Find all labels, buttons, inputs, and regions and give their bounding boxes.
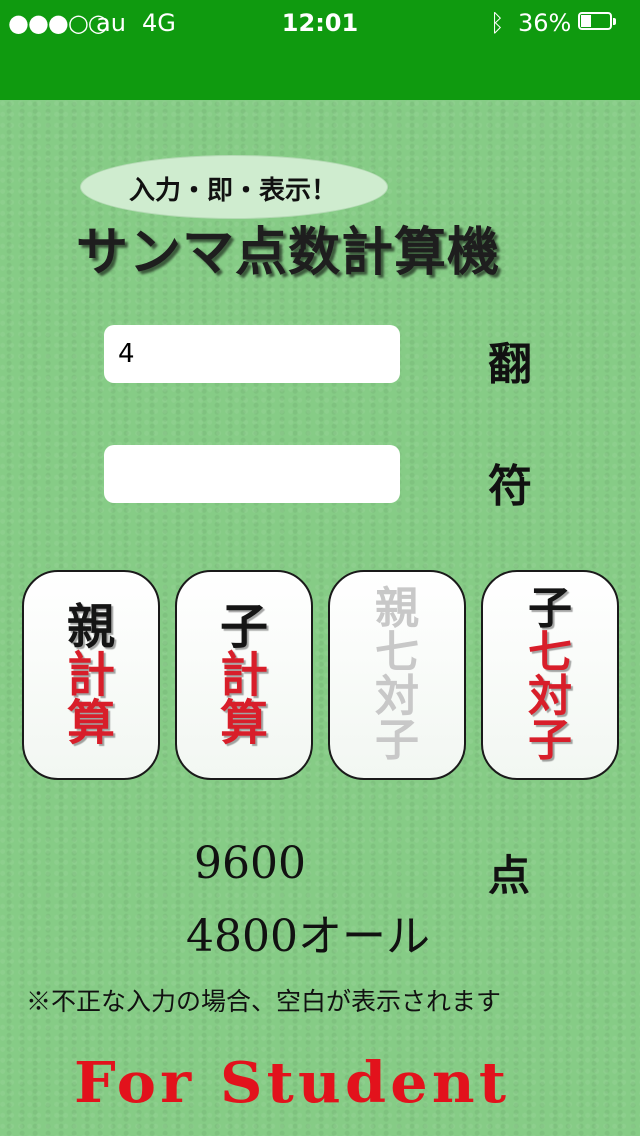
dealer-seven-pairs-button[interactable]: 親 七 対 子 xyxy=(328,570,466,780)
button-char: 計 xyxy=(66,647,115,703)
main-screen: 入力・即・表示！ サンマ点数計算機 翻 符 親 計 算 子 計 算 親 七 対 … xyxy=(0,100,640,1136)
han-input[interactable] xyxy=(104,325,400,383)
result-points: 9600 xyxy=(194,838,306,889)
button-char: 親 xyxy=(66,599,115,655)
dealer-calculate-button[interactable]: 親 計 算 xyxy=(22,570,160,780)
button-char: 対 xyxy=(375,671,419,722)
for-student-banner: For Student xyxy=(74,1050,511,1116)
battery-percentage: 36% xyxy=(518,9,572,37)
result-detail: 4800オール xyxy=(186,911,430,962)
fu-input[interactable] xyxy=(104,445,400,503)
non-dealer-seven-pairs-button[interactable]: 子 七 対 子 xyxy=(481,570,619,780)
button-char: 子 xyxy=(375,715,419,766)
button-char: 対 xyxy=(528,671,572,722)
button-char: 七 xyxy=(375,627,419,678)
button-char: 子 xyxy=(528,715,572,766)
non-dealer-calculate-button[interactable]: 子 計 算 xyxy=(175,570,313,780)
invalid-input-note: ※不正な入力の場合、空白が表示されます xyxy=(26,987,502,1016)
button-char: 計 xyxy=(219,647,268,703)
bluetooth-icon: ᛒ xyxy=(490,9,505,37)
battery-icon xyxy=(578,12,618,32)
han-unit-label: 翻 xyxy=(488,339,532,390)
button-char: 親 xyxy=(375,583,419,634)
status-bar: ●●●○○ au 4G 12:01 ᛒ 36% xyxy=(0,0,640,100)
app-title: サンマ点数計算機 xyxy=(76,223,501,283)
result-points-unit: 点 xyxy=(488,851,531,900)
app-subtitle: 入力・即・表示！ xyxy=(128,176,337,206)
button-char: 子 xyxy=(528,583,572,634)
fu-unit-label: 符 xyxy=(488,461,532,512)
button-char: 子 xyxy=(219,599,268,655)
button-char: 七 xyxy=(528,627,572,678)
button-char: 算 xyxy=(219,695,268,751)
button-char: 算 xyxy=(66,695,115,751)
